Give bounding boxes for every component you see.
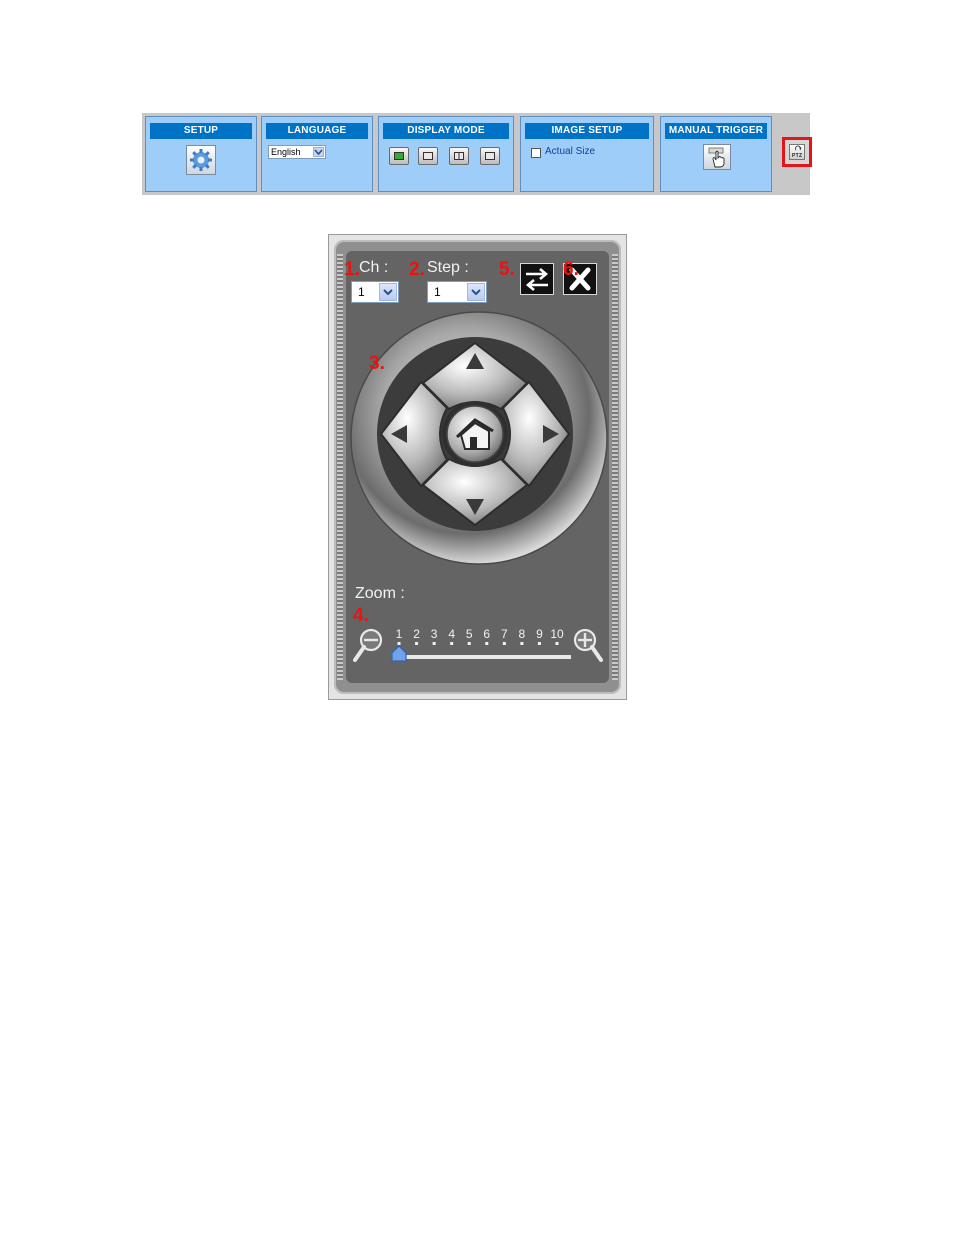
zoom-slider-thumb[interactable]	[391, 645, 407, 662]
language-select[interactable]: English	[268, 145, 326, 159]
step-select[interactable]: 1	[427, 281, 487, 303]
toolbar: SETUP LANGUAGE English DISPLAY MODE IMAG…	[142, 113, 812, 195]
zoom-slider-track[interactable]	[395, 655, 571, 659]
chevron-down-icon	[313, 147, 324, 157]
marker-2: 2.	[409, 259, 425, 280]
ptz-label: PTZ	[792, 153, 803, 159]
zoom-tick-label: 3	[431, 627, 438, 641]
marker-6: 6.	[563, 259, 579, 280]
ptz-icon: PTZ	[789, 144, 805, 160]
zoom-tick-label: 2	[413, 627, 420, 641]
pip-screen-icon	[485, 152, 495, 160]
language-panel: LANGUAGE English	[261, 116, 373, 192]
ptz-control-panel: 1. Ch : 1 2. Step : 1 5. 6. 3. Zoom: 4.…	[328, 234, 627, 700]
marker-1: 1.	[344, 259, 360, 280]
channel-label: Ch :	[359, 259, 389, 276]
swap-arrows-icon	[525, 268, 549, 291]
zoom-tick-mark	[450, 642, 454, 645]
display-mode-panel: DISPLAY MODE	[378, 116, 514, 192]
zoom-in-button[interactable]	[573, 628, 603, 662]
zoom-control: 1 2 3 4 5 6 7 8 9 10	[353, 627, 603, 662]
zoom-tick-mark	[485, 642, 489, 645]
quad-screen-icon	[454, 152, 464, 160]
zoom-tick-label: 4	[448, 627, 455, 641]
language-title: LANGUAGE	[266, 123, 368, 139]
chevron-down-icon	[467, 283, 485, 301]
zoom-out-button[interactable]	[353, 628, 383, 662]
zoom-tick-label: 8	[519, 627, 526, 641]
display-mode-single-green-button[interactable]	[389, 147, 409, 165]
display-mode-single-button[interactable]	[418, 147, 438, 165]
marker-5: 5.	[499, 259, 515, 280]
zoom-tick-mark	[520, 642, 524, 645]
zoom-tick-mark	[502, 642, 506, 645]
gear-icon	[190, 149, 212, 171]
step-value: 1	[434, 285, 441, 299]
zoom-tick-labels: 1 2 3 4 5 6 7 8 9 10	[396, 627, 564, 645]
hand-pointer-icon	[708, 147, 725, 168]
zoom-tick-label: 5	[466, 627, 473, 641]
chevron-down-icon	[379, 283, 397, 301]
actual-size-label: Actual Size	[545, 146, 596, 157]
manual-trigger-panel: MANUAL TRIGGER	[660, 116, 772, 192]
image-setup-panel: IMAGE SETUP Actual Size	[520, 116, 654, 192]
frame-stripes-left	[337, 254, 343, 680]
step-label: Step :	[427, 259, 469, 276]
screen-icon	[423, 152, 433, 160]
zoom-tick-mark	[555, 642, 559, 645]
zoom-tick-mark	[537, 642, 541, 645]
zoom-tick-label: 7	[501, 627, 508, 641]
zoom-tick-label: 1	[396, 627, 403, 641]
channel-value: 1	[358, 285, 365, 299]
language-value: English	[271, 147, 301, 157]
marker-4: 4.	[353, 605, 369, 626]
zoom-tick-mark	[415, 642, 419, 645]
display-mode-title: DISPLAY MODE	[383, 123, 509, 139]
swap-button[interactable]	[520, 263, 554, 295]
manual-trigger-button[interactable]	[703, 144, 731, 170]
manual-trigger-title: MANUAL TRIGGER	[665, 123, 767, 139]
zoom-tick-label: 6	[483, 627, 490, 641]
zoom-tick-mark	[432, 642, 436, 645]
zoom-tick-label: 10	[550, 627, 564, 641]
display-mode-pip-button[interactable]	[480, 147, 500, 165]
actual-size-checkbox[interactable]	[531, 148, 541, 158]
display-mode-quad-button[interactable]	[449, 147, 469, 165]
screen-icon	[394, 152, 404, 160]
zoom-label: Zoom :	[355, 585, 405, 602]
setup-title: SETUP	[150, 123, 252, 139]
frame-stripes-right	[612, 254, 618, 680]
setup-panel: SETUP	[145, 116, 257, 192]
zoom-tick-mark	[467, 642, 471, 645]
marker-3: 3.	[369, 353, 385, 374]
image-setup-title: IMAGE SETUP	[525, 123, 649, 139]
setup-button[interactable]	[186, 145, 216, 175]
channel-select[interactable]: 1	[351, 281, 399, 303]
zoom-tick-mark	[397, 642, 401, 645]
zoom-tick-label: 9	[536, 627, 543, 641]
direction-pad	[350, 311, 608, 565]
ptz-toggle-button[interactable]: PTZ	[782, 137, 812, 167]
